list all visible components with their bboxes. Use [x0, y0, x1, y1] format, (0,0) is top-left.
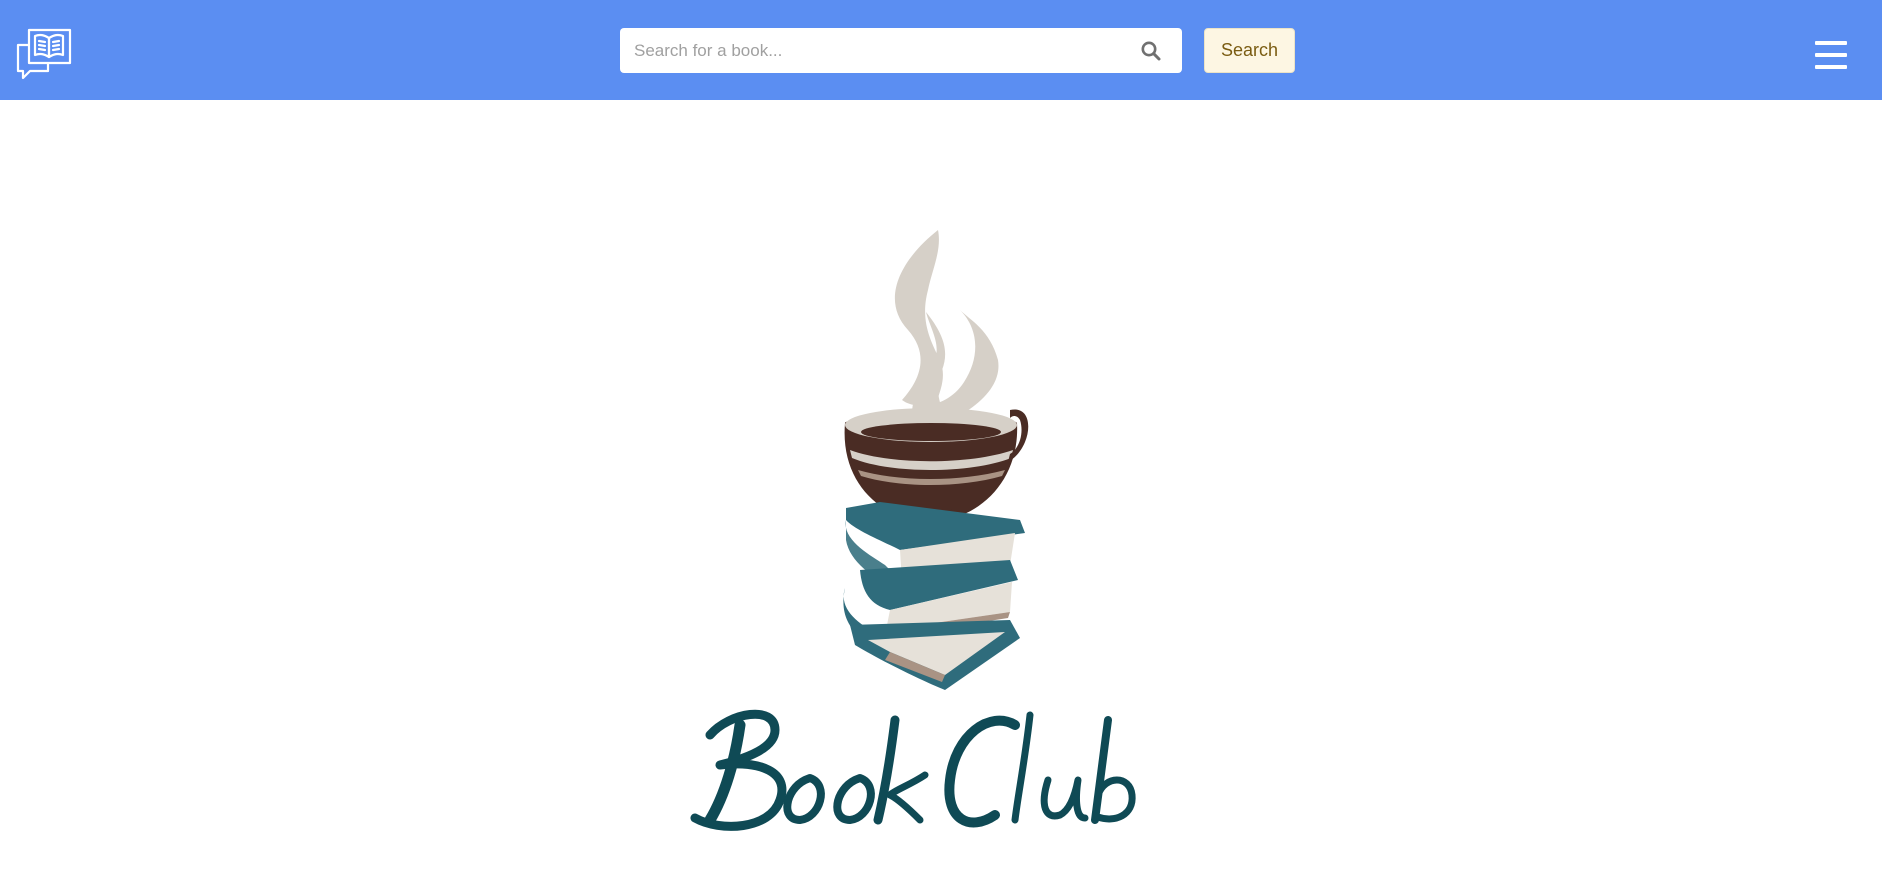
- book-club-logo: Book Club: [680, 220, 1220, 880]
- steam-icon: [894, 230, 999, 420]
- hamburger-menu-icon[interactable]: [1815, 41, 1847, 71]
- search-input[interactable]: [620, 28, 1120, 73]
- book-stack-icon: [843, 502, 1025, 690]
- open-book-chat-icon[interactable]: [15, 27, 73, 85]
- book-club-title-lettering: [690, 709, 1136, 831]
- search-icon[interactable]: [1140, 40, 1162, 62]
- search-bar: [620, 28, 1182, 73]
- search-button[interactable]: Search: [1204, 28, 1295, 73]
- hero-section: Book Club: [0, 100, 1882, 890]
- top-navbar: Search: [0, 0, 1882, 100]
